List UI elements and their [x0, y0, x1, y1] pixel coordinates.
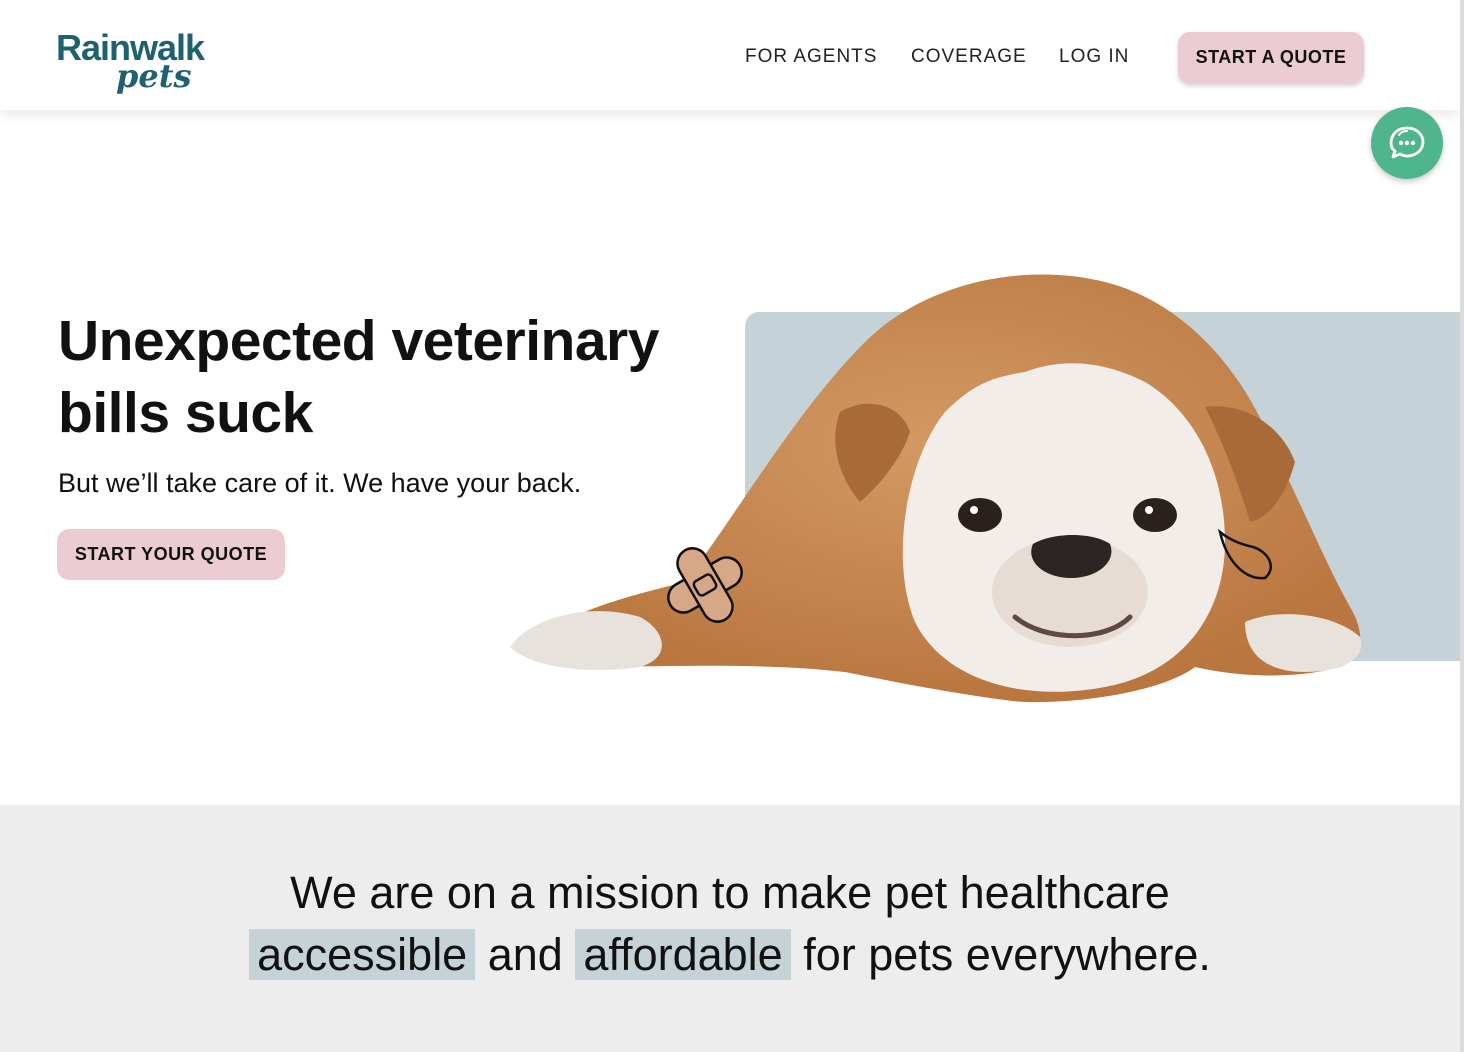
chat-widget-button[interactable] [1371, 107, 1443, 179]
chat-bubbles-icon [1389, 126, 1425, 159]
hero-subheadline: But we’ll take care of it. We have your … [58, 468, 582, 498]
start-your-quote-button[interactable]: START YOUR QUOTE [57, 529, 285, 580]
page-edge [1460, 0, 1464, 1052]
highlight-affordable: affordable [575, 929, 791, 980]
mission-word-and: and [487, 929, 563, 980]
highlight-accessible: accessible [249, 929, 476, 980]
mission-statement: We are on a mission to make pet healthca… [0, 862, 1460, 986]
nav-link-for-agents[interactable]: FOR AGENTS [745, 46, 877, 68]
rainwalk-logo[interactable]: Rainwalk pets [56, 28, 246, 98]
site-header: Rainwalk pets FOR AGENTS COVERAGE LOG IN… [0, 0, 1460, 110]
logo-wordmark-bottom: pets [116, 57, 192, 95]
bulldog-illustration [510, 274, 1362, 703]
start-a-quote-button[interactable]: START A QUOTE [1178, 32, 1364, 83]
mission-line-1: We are on a mission to make pet healthca… [290, 867, 1170, 918]
nav-link-log-in[interactable]: LOG IN [1059, 46, 1129, 68]
mission-line-end: for pets everywhere. [803, 929, 1211, 980]
nav-link-coverage[interactable]: COVERAGE [911, 46, 1027, 68]
